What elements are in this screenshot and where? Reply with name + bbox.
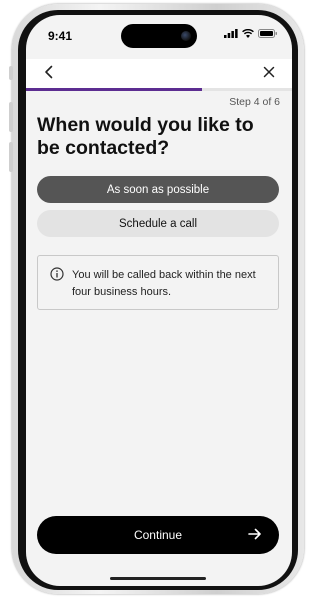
info-text: You will be called back within the next … [72, 269, 256, 298]
info-box: You will be called back within the next … [37, 255, 279, 310]
back-button[interactable] [38, 61, 60, 83]
step-indicator: Step 4 of 6 [229, 96, 280, 108]
continue-button[interactable]: Continue [37, 516, 279, 554]
phone-screen: 9:41 Step 4 of 6 When would you like to … [26, 15, 292, 586]
dynamic-island [121, 24, 197, 48]
status-bar: 9:41 [26, 15, 292, 55]
progress-bar [26, 88, 292, 91]
volume-up-button [9, 102, 13, 132]
continue-label: Continue [133, 528, 183, 542]
arrow-right-icon [248, 528, 261, 540]
wifi-icon [242, 29, 254, 38]
chevron-left-icon [45, 65, 53, 79]
nav-bar [26, 59, 292, 89]
option-schedule-a-call[interactable]: Schedule a call [37, 210, 279, 237]
status-icons [224, 29, 278, 38]
info-icon [50, 267, 64, 281]
page-title: When would you like to be contacted? [37, 114, 254, 159]
close-icon [263, 66, 275, 78]
front-camera [181, 31, 191, 41]
mute-switch [9, 66, 13, 80]
cellular-signal-icon [224, 29, 238, 38]
close-button[interactable] [258, 61, 280, 83]
home-indicator [110, 577, 206, 580]
volume-down-button [9, 142, 13, 172]
battery-icon [258, 29, 277, 38]
option-as-soon-as-possible[interactable]: As soon as possible [37, 176, 279, 203]
progress-fill [26, 88, 202, 91]
status-time: 9:41 [48, 29, 73, 43]
